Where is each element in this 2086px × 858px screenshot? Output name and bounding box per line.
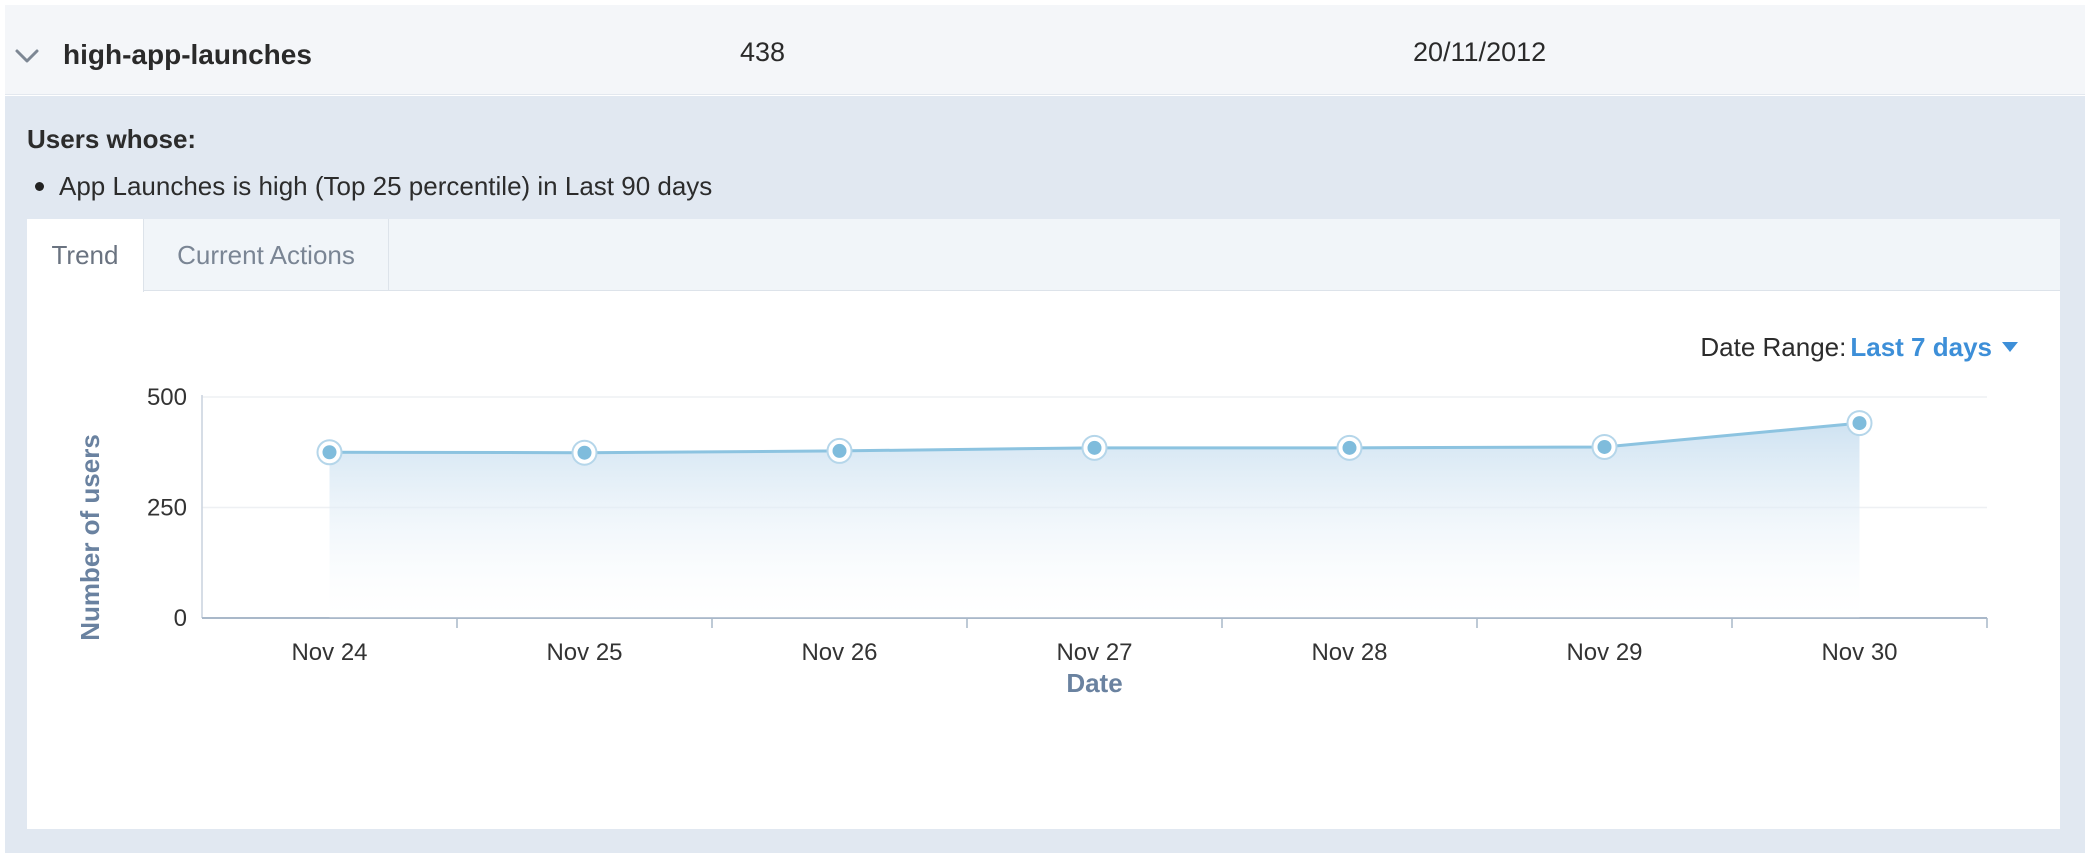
x-tick-label: Nov 29	[1566, 639, 1642, 666]
data-point	[1342, 440, 1357, 455]
segment-created-date: 20/11/2012	[1413, 37, 1547, 67]
x-tick-label: Nov 27	[1056, 639, 1132, 666]
data-point	[322, 445, 337, 460]
criteria-heading: Users whose:	[27, 124, 197, 154]
x-tick-label: Nov 26	[801, 639, 877, 666]
data-point	[832, 443, 847, 458]
trend-card: Trend Current Actions Date Range: Last 7 …	[27, 219, 2060, 829]
criteria-item-text: App Launches is high (Top 25 percentile)…	[59, 171, 713, 201]
criteria-item: App Launches is high (Top 25 percentile)…	[35, 171, 712, 202]
x-tick-label: Nov 28	[1311, 639, 1387, 666]
segment-name[interactable]: high-app-launches	[63, 39, 312, 71]
data-point	[1087, 440, 1102, 455]
y-tick-label: 0	[174, 605, 187, 632]
bullet-icon	[35, 181, 44, 191]
segment-row: high-app-launches 438 20/11/2012 Users w…	[5, 5, 2085, 853]
y-tick-label: 500	[147, 384, 187, 411]
segment-row-header[interactable]: high-app-launches 438 20/11/2012	[5, 5, 2085, 95]
x-tick-label: Nov 25	[546, 639, 622, 666]
x-axis-title: Date	[1066, 668, 1122, 698]
segment-details-panel: Users whose: App Launches is high (Top 2…	[5, 96, 2085, 853]
y-axis-title: Number of users	[75, 434, 105, 641]
y-tick-label: 250	[147, 495, 187, 522]
trend-chart: 0 250 500 Nov 24 Nov 25 Nov 26 Nov 27 Nov 28 Nov…	[75, 384, 1988, 698]
chevron-down-icon[interactable]	[13, 41, 41, 69]
x-tick-label: Nov 30	[1821, 639, 1897, 666]
data-point	[1597, 439, 1612, 454]
data-point	[1852, 416, 1867, 431]
criteria-list: App Launches is high (Top 25 percentile)…	[35, 171, 712, 202]
data-point	[577, 445, 592, 460]
x-tick-label: Nov 24	[291, 639, 367, 666]
segment-user-count: 438	[740, 37, 786, 67]
